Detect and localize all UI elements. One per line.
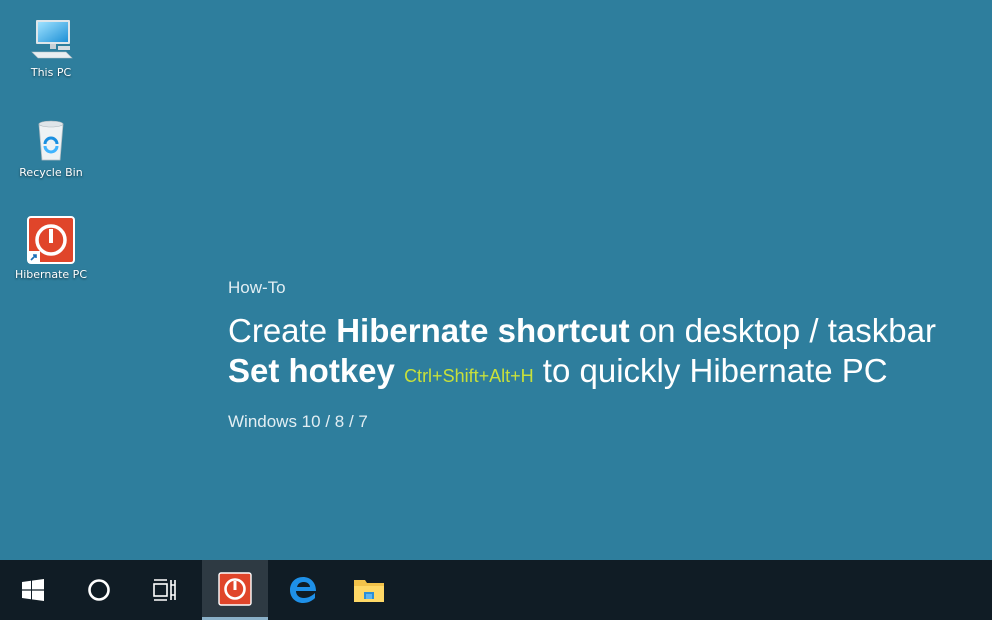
headline-line-2: Set hotkey Ctrl+Shift+Alt+H to quickly H…: [228, 351, 936, 396]
line2-post: to quickly Hibernate PC: [534, 352, 888, 389]
headline: How-To Create Hibernate shortcut on desk…: [228, 278, 936, 432]
folder-icon: [353, 576, 385, 604]
power-icon: [27, 216, 75, 264]
hibernate-pc-taskbar-button[interactable]: [202, 560, 268, 620]
line2-bold: Set hotkey: [228, 352, 395, 389]
taskbar: [0, 560, 992, 620]
file-explorer-button[interactable]: [336, 560, 402, 620]
desktop-icon-recycle-bin[interactable]: Recycle Bin: [12, 118, 90, 179]
desktop-icon-this-pc[interactable]: This PC: [12, 18, 90, 79]
headline-line-1: Create Hibernate shortcut on desktop / t…: [228, 311, 936, 351]
hotkey-text: Ctrl+Shift+Alt+H: [404, 366, 534, 386]
computer-icon: [28, 18, 74, 62]
line1-pre: Create: [228, 312, 336, 349]
windows-logo-icon: [22, 579, 44, 601]
task-view-icon: [153, 579, 177, 601]
start-button[interactable]: [0, 560, 66, 620]
line1-bold: Hibernate shortcut: [336, 312, 629, 349]
desktop-icon-label: This PC: [12, 66, 90, 79]
edge-icon: [287, 574, 319, 606]
cortana-circle-icon: [87, 578, 111, 602]
headline-kicker: How-To: [228, 278, 936, 298]
cortana-button[interactable]: [66, 560, 132, 620]
task-view-button[interactable]: [132, 560, 198, 620]
platform-text: Windows 10 / 8 / 7: [228, 412, 936, 432]
edge-button[interactable]: [270, 560, 336, 620]
power-icon: [218, 572, 252, 606]
desktop-icon-hibernate-pc[interactable]: Hibernate PC: [12, 216, 90, 281]
desktop-icon-label: Hibernate PC: [12, 268, 90, 281]
recycle-bin-icon: [28, 118, 74, 162]
line1-post: on desktop / taskbar: [630, 312, 936, 349]
desktop-icon-label: Recycle Bin: [12, 166, 90, 179]
desktop: This PC Recycle Bin Hibernate PC How-To …: [0, 0, 992, 560]
